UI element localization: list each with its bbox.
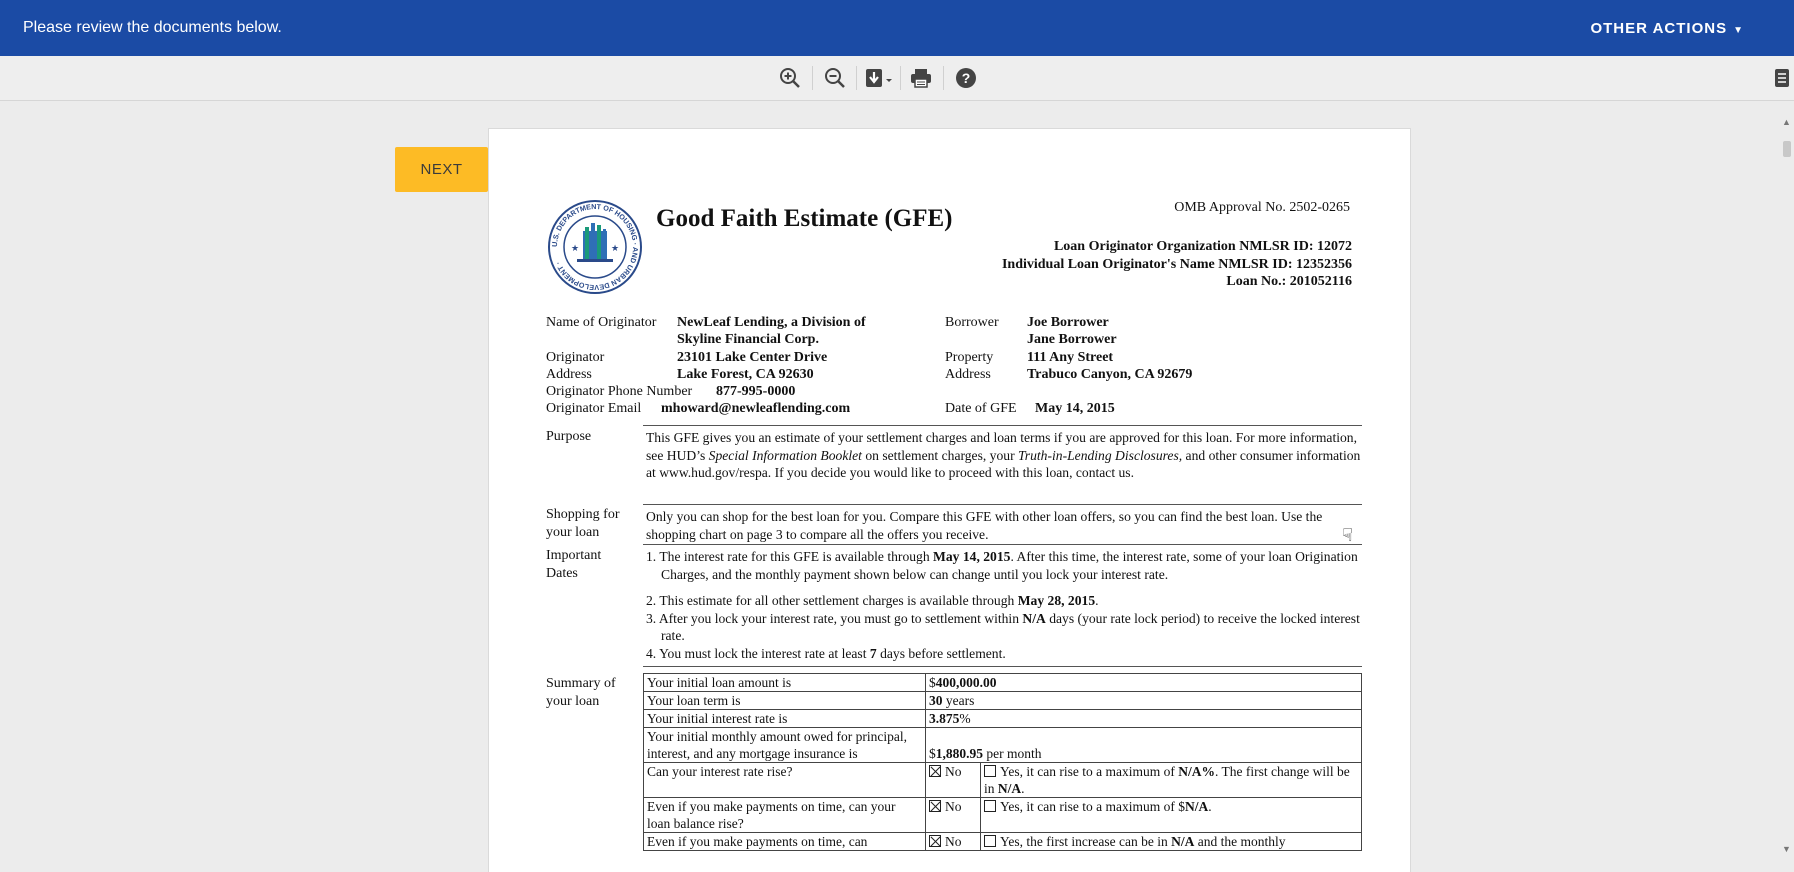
- rate-rise-yes: Yes, it can rise to a maximum of N/A%. T…: [980, 762, 1362, 798]
- important-dates-label: Important Dates: [546, 548, 602, 581]
- date-of-gfe: May 14, 2015: [1035, 401, 1115, 416]
- label-address: Address: [546, 367, 592, 382]
- table-row: Your initial interest rate is 3.875%: [643, 709, 1362, 728]
- label-date-of-gfe: Date of GFE: [945, 401, 1017, 416]
- label-property: Property: [945, 350, 994, 365]
- gfe-document-page: U.S. DEPARTMENT OF HOUSING · AND URBAN D…: [488, 128, 1411, 872]
- label-originator: Originator: [546, 350, 605, 365]
- interest-rate-question: Your initial interest rate is: [643, 709, 926, 728]
- loan-amount-question: Your initial loan amount is: [643, 673, 926, 692]
- checked-box-icon: [929, 835, 941, 847]
- org-nmlsr-id: Loan Originator Organization NMLSR ID: 1…: [1053, 239, 1352, 254]
- label-borrower: Borrower: [945, 315, 999, 330]
- originator-address-line2: Lake Forest, CA 92630: [677, 367, 814, 382]
- scroll-up-icon[interactable]: ▲: [1782, 117, 1791, 127]
- other-actions-menu[interactable]: OTHER ACTIONS ▼: [1590, 20, 1744, 37]
- table-row: Your initial monthly amount owed for pri…: [643, 727, 1362, 763]
- unchecked-box-icon: [984, 835, 996, 847]
- date-item-4: 4. You must lock the interest rate at le…: [646, 645, 1006, 661]
- balance-rise-question: Even if you make payments on time, can y…: [643, 797, 926, 833]
- rate-rise-question: Can your interest rate rise?: [643, 762, 926, 798]
- payment-rise-no: No: [925, 832, 981, 851]
- loan-number: Loan No.: 201052116: [1226, 274, 1352, 289]
- review-message: Please review the documents below.: [23, 19, 282, 36]
- individual-nmlsr-id: Individual Loan Originator's Name NMLSR …: [1001, 256, 1352, 272]
- important-dates-text: 1. The interest rate for this GFE is ava…: [646, 548, 1361, 662]
- shopping-text: Only you can shop for the best loan for …: [646, 509, 1323, 542]
- borrower-2: Jane Borrower: [1027, 332, 1117, 347]
- purpose-label: Purpose: [546, 429, 592, 444]
- rate-rise-no: No: [925, 762, 981, 798]
- date-item-2: 2. This estimate for all other settlemen…: [646, 593, 1099, 608]
- interest-rate-value: 3.875%: [925, 709, 1362, 728]
- scroll-down-icon[interactable]: ▼: [1782, 844, 1791, 854]
- zoom-in-icon[interactable]: [775, 64, 805, 92]
- table-row: Even if you make payments on time, can N…: [643, 832, 1362, 851]
- date-item-3: 3. After you lock your interest rate, yo…: [646, 610, 1360, 644]
- originator-name-line2: Skyline Financial Corp.: [677, 332, 819, 347]
- hud-seal-logo: U.S. DEPARTMENT OF HOUSING · AND URBAN D…: [547, 199, 643, 295]
- zoom-out-icon[interactable]: [820, 64, 850, 92]
- purpose-text: This GFE gives you an estimate of your s…: [646, 430, 1361, 480]
- svg-text:?: ?: [962, 70, 971, 86]
- table-row: Even if you make payments on time, can y…: [643, 797, 1362, 833]
- table-row: Your loan term is 30 years: [643, 691, 1362, 710]
- shopping-label: Shopping for your loan: [546, 507, 620, 540]
- caret-down-icon[interactable]: ▼: [1733, 25, 1744, 36]
- payment-rise-yes: Yes, the first increase can be in N/A an…: [980, 832, 1362, 851]
- unchecked-box-icon: [984, 800, 996, 812]
- originator-phone: 877-995-0000: [716, 384, 796, 399]
- document-panel-icon[interactable]: [1770, 64, 1794, 92]
- loan-summary-table: Your initial loan amount is $400,000.00 …: [643, 673, 1362, 851]
- unchecked-box-icon: [984, 765, 996, 777]
- label-property-address: Address: [945, 367, 991, 382]
- print-icon[interactable]: [906, 64, 936, 92]
- property-line1: 111 Any Street: [1027, 350, 1114, 365]
- hand-cursor-icon: ☟: [1342, 525, 1353, 545]
- svg-text:★: ★: [571, 243, 579, 253]
- date-item-1: 1. The interest rate for this GFE is ava…: [646, 549, 1358, 582]
- payment-rise-question: Even if you make payments on time, can: [643, 832, 926, 851]
- other-actions-label[interactable]: OTHER ACTIONS: [1590, 20, 1727, 37]
- svg-text:★: ★: [611, 243, 619, 253]
- summary-label: Summary of your loan: [546, 676, 616, 709]
- property-line2: Trabuco Canyon, CA 92679: [1027, 367, 1193, 382]
- balance-rise-yes: Yes, it can rise to a maximum of $N/A.: [980, 797, 1362, 833]
- loan-amount-value: $400,000.00: [925, 673, 1362, 692]
- loan-term-question: Your loan term is: [643, 691, 926, 710]
- monthly-amount-value: $1,880.95 per month: [925, 727, 1362, 763]
- table-row: Can your interest rate rise? No Yes, it …: [643, 762, 1362, 798]
- nmlsr-ids: Loan Originator Organization NMLSR ID: 1…: [1002, 238, 1352, 291]
- top-bar: Please review the documents below. OTHER…: [0, 0, 1794, 56]
- balance-rise-no: No: [925, 797, 981, 833]
- table-row: Your initial loan amount is $400,000.00: [643, 673, 1362, 692]
- label-phone: Originator Phone Number: [546, 384, 693, 399]
- borrower-1: Joe Borrower: [1027, 315, 1109, 330]
- viewer-scrollbar[interactable]: ▲ ▼: [1780, 101, 1794, 872]
- label-name-of-originator: Name of Originator: [546, 315, 657, 330]
- omb-approval: OMB Approval No. 2502-0265: [1174, 200, 1350, 215]
- scrollbar-thumb[interactable]: [1783, 141, 1791, 157]
- document-toolbar: ?: [0, 56, 1794, 101]
- document-title: Good Faith Estimate (GFE): [656, 205, 953, 232]
- monthly-amount-question: Your initial monthly amount owed for pri…: [643, 727, 926, 763]
- help-icon[interactable]: ?: [951, 64, 981, 92]
- originator-name-line1: NewLeaf Lending, a Division of: [677, 315, 866, 330]
- originator-email: mhoward@newleaflending.com: [661, 401, 851, 416]
- loan-term-value: 30 years: [925, 691, 1362, 710]
- originator-address-line1: 23101 Lake Center Drive: [677, 350, 828, 365]
- download-icon[interactable]: [861, 64, 897, 92]
- checked-box-icon: [929, 765, 941, 777]
- next-button[interactable]: NEXT: [395, 147, 488, 192]
- checked-box-icon: [929, 800, 941, 812]
- label-email: Originator Email: [546, 401, 642, 416]
